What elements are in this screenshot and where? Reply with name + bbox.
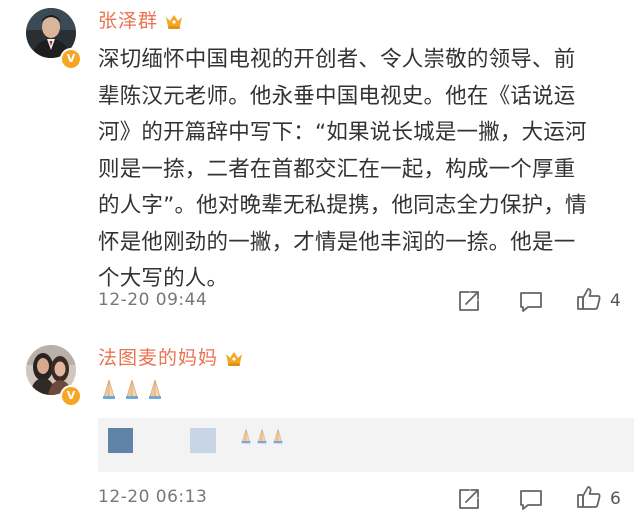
timestamp: 12-20 06:13 bbox=[98, 487, 208, 507]
like-icon[interactable] bbox=[576, 286, 602, 312]
username-row: 法图麦的妈妈 bbox=[98, 345, 244, 371]
emoji-row bbox=[98, 378, 166, 400]
username-row: 张泽群 bbox=[98, 8, 184, 34]
folded-hands-icon bbox=[98, 378, 120, 400]
timestamp: 12-20 09:44 bbox=[98, 290, 208, 310]
comment-text-line: 深切缅怀中国电视的开创者、令人崇敬的领导、前 bbox=[98, 47, 576, 72]
like-icon[interactable] bbox=[576, 484, 602, 510]
blurred-avatar bbox=[108, 428, 133, 453]
username-link[interactable]: 张泽群 bbox=[98, 8, 158, 34]
folded-hands-icon bbox=[254, 428, 270, 444]
comment-item: V 法图麦的妈妈 12-20 06:13 6 bbox=[0, 330, 640, 520]
verified-badge-icon: V bbox=[60, 48, 82, 70]
comment-text-line: 怀是他刚劲的一撇，才情是他丰润的一捺。他是一 bbox=[98, 229, 576, 255]
quoted-reply-box[interactable] bbox=[98, 418, 634, 472]
like-count: 6 bbox=[610, 489, 621, 509]
comment-text-line: 则是一捺，二者在首都交汇在一起，构成一个厚重 bbox=[98, 156, 576, 182]
folded-hands-icon bbox=[238, 428, 254, 444]
repost-icon[interactable] bbox=[456, 288, 482, 314]
reply-icon[interactable] bbox=[518, 289, 544, 315]
username-link[interactable]: 法图麦的妈妈 bbox=[98, 345, 218, 371]
folded-hands-icon bbox=[121, 378, 143, 400]
comment-text-line: 辈陈汉元老师。他永垂中国电视史。他在《话说运 bbox=[98, 83, 576, 109]
blurred-name bbox=[190, 428, 216, 453]
crown-icon bbox=[164, 12, 184, 30]
comment-text-line: 河》的开篇辞中写下：“如果说长城是一撇，大运河 bbox=[98, 120, 587, 145]
crown-icon bbox=[224, 349, 244, 367]
folded-hands-icon bbox=[270, 428, 286, 444]
comment-text-line: 的人字”。他对晚辈无私提携，他同志全力保护，情 bbox=[98, 193, 587, 218]
repost-icon[interactable] bbox=[456, 486, 482, 512]
like-count: 4 bbox=[610, 291, 621, 311]
verified-badge-icon: V bbox=[60, 385, 82, 407]
folded-hands-icon bbox=[144, 378, 166, 400]
reply-icon[interactable] bbox=[518, 487, 544, 513]
comment-text: 深切缅怀中国电视的开创者、令人崇敬的领导、前 辈陈汉元老师。他永垂中国电视史。他… bbox=[98, 42, 638, 298]
comment-item: V 张泽群 深切缅怀中国电视的开创者、令人崇敬的领导、前 辈陈汉元老师。他永垂中… bbox=[0, 0, 640, 330]
emoji-row bbox=[238, 428, 286, 444]
